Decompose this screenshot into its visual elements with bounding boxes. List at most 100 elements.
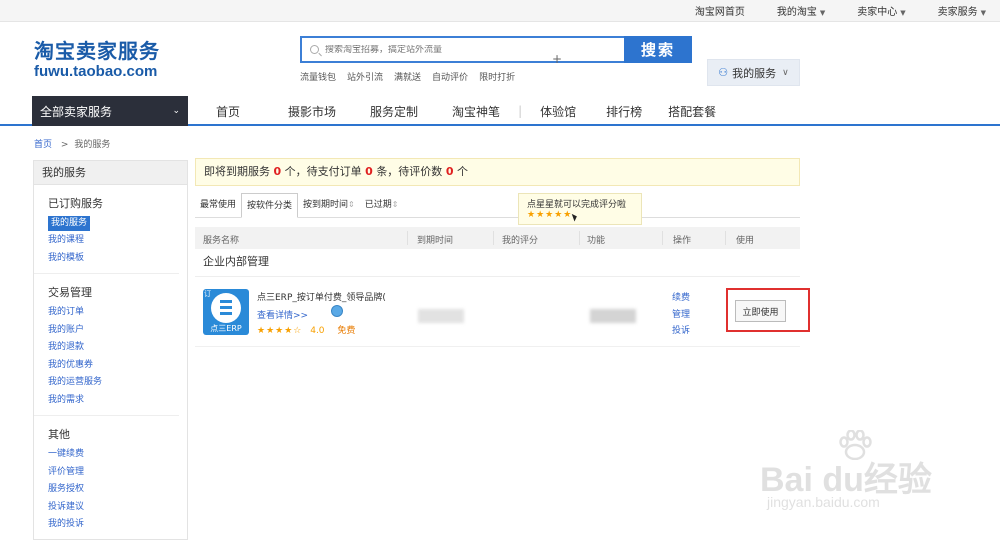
- sidebar-group-title: 交易管理: [48, 286, 92, 299]
- tab-bar: 最常使用 按软件分类 按到期时间⇕ 已过期⇕: [195, 193, 800, 218]
- user-icon: ⚇: [718, 66, 729, 79]
- column-header: 我的评分: [502, 236, 539, 246]
- nav-item-home[interactable]: 首页: [216, 103, 240, 120]
- wangwang-chat-icon[interactable]: [331, 305, 343, 317]
- column-header: 使用: [736, 236, 755, 246]
- sidebar-title: 我的服务: [34, 161, 187, 185]
- divider: [195, 346, 800, 347]
- topbar-my-taobao[interactable]: 我的淘宝 ▼: [761, 3, 825, 18]
- tab-by-expiry[interactable]: 按到期时间⇕: [298, 193, 360, 217]
- breadcrumb-separator: >: [60, 140, 69, 150]
- sidebar-item-my-ops-services[interactable]: 我的运营服务: [48, 374, 179, 392]
- divider: [195, 276, 800, 277]
- use-now-button[interactable]: 立即使用: [735, 300, 786, 322]
- sidebar-item-my-courses[interactable]: 我的课程: [48, 232, 179, 250]
- notice-text: 个: [456, 165, 468, 178]
- top-bar: 淘宝网首页 我的淘宝 ▼ 卖家中心 ▼ 卖家服务 ▼: [0, 0, 1000, 22]
- complain-link[interactable]: 投诉: [672, 323, 690, 340]
- topbar-taobao-home[interactable]: 淘宝网首页: [679, 3, 745, 18]
- sidebar-item-my-refunds[interactable]: 我的退款: [48, 339, 179, 357]
- manage-link[interactable]: 管理: [672, 307, 690, 324]
- app-rating: ★★★★☆ 4.0 免费: [257, 323, 355, 336]
- topbar-seller-service[interactable]: 卖家服务 ▼: [922, 3, 986, 18]
- category-title: 企业内部管理: [203, 255, 269, 268]
- nav-item-taobao-pen[interactable]: 淘宝神笔: [452, 103, 500, 120]
- sidebar-item-my-services[interactable]: 我的服务: [48, 216, 91, 231]
- notice-text: 条，待评价数: [376, 165, 443, 178]
- search-icon: [310, 45, 319, 54]
- function-redacted: [590, 309, 636, 323]
- search-button[interactable]: 搜索: [624, 36, 692, 63]
- tab-label: 最常使用: [200, 200, 237, 210]
- sidebar-item-service-auth[interactable]: 服务授权: [48, 481, 179, 499]
- search-bar: 搜索: [300, 36, 692, 63]
- chevron-down-icon: ⌄: [172, 106, 180, 116]
- all-categories-dropdown[interactable]: 全部卖家服务 ⌄: [32, 96, 188, 126]
- logo[interactable]: 淘宝卖家服务 fuwu.taobao.com: [34, 35, 194, 80]
- column-header: 操作: [673, 236, 692, 246]
- sidebar-item-one-click-renew[interactable]: 一键续费: [48, 446, 179, 464]
- nav-item-photo-market[interactable]: 摄影市场: [288, 103, 336, 120]
- sort-icon: ⇕: [391, 200, 399, 209]
- nav-items: 首页 摄影市场 服务定制 淘宝神笔 | 体验馆 排行榜 搭配套餐: [216, 96, 716, 126]
- caret-down-icon: ▼: [900, 9, 906, 17]
- my-service-dropdown[interactable]: ⚇ 我的服务 ∨: [707, 59, 800, 86]
- nav-divider: |: [518, 104, 523, 118]
- sidebar-item-my-templates[interactable]: 我的模板: [48, 250, 179, 268]
- status-notice: 即将到期服务 0 个，待支付订单 0 条，待评价数 0 个: [195, 158, 800, 186]
- sidebar-item-my-complaints[interactable]: 我的投诉: [48, 516, 179, 534]
- hot-link[interactable]: 站外引流: [347, 70, 383, 83]
- header: 淘宝卖家服务 fuwu.taobao.com 搜索 + ⚇ 我的服务 ∨: [0, 22, 1000, 96]
- nav-item-experience[interactable]: 体验馆: [540, 103, 576, 120]
- column-divider: [493, 231, 494, 245]
- breadcrumb-home[interactable]: 首页: [34, 140, 52, 150]
- sidebar-item-my-requests[interactable]: 我的需求: [48, 392, 179, 410]
- app-name[interactable]: 点三ERP_按订单付费_领导品牌(: [257, 290, 386, 303]
- topbar-item-label: 卖家服务: [937, 7, 978, 18]
- sidebar-group-trade: 交易管理 我的订单 我的账户 我的退款 我的优惠券 我的运营服务 我的需求: [34, 274, 179, 416]
- sidebar: 我的服务 已订购服务 我的服务 我的课程 我的模板 交易管理 我的订单 我的账户…: [33, 160, 188, 540]
- tab-expired[interactable]: 已过期⇕: [360, 193, 404, 217]
- renew-link[interactable]: 续费: [672, 290, 690, 307]
- hot-link[interactable]: 限时打折: [479, 70, 515, 83]
- unpaid-count: 0: [365, 165, 373, 178]
- sort-icon: ⇕: [348, 200, 355, 209]
- sidebar-item-feedback[interactable]: 投诉建议: [48, 499, 179, 517]
- watermark: Bai du经验 jingyan.baidu.com: [740, 430, 970, 520]
- tooltip-text: 点星星就可以完成评分啦: [527, 200, 627, 210]
- app-logo[interactable]: 订 点三ERP: [203, 289, 249, 335]
- hot-link[interactable]: 满就送: [394, 70, 421, 83]
- column-divider: [662, 231, 663, 245]
- tab-most-used[interactable]: 最常使用: [195, 193, 241, 217]
- app-logo-text: 点三ERP: [210, 324, 242, 333]
- sidebar-item-my-orders[interactable]: 我的订单: [48, 304, 179, 322]
- sidebar-item-my-coupons[interactable]: 我的优惠券: [48, 357, 179, 375]
- breadcrumb: 首页 > 我的服务: [34, 137, 110, 150]
- column-divider: [725, 231, 726, 245]
- view-details-link[interactable]: 查看详情>>: [257, 308, 308, 321]
- expiring-count: 0: [273, 165, 282, 178]
- tab-label: 按软件分类: [247, 201, 293, 211]
- crosshair-cursor-icon: +: [552, 52, 563, 66]
- sidebar-item-review-management[interactable]: 评价管理: [48, 464, 179, 482]
- column-header: 服务名称: [203, 236, 240, 246]
- sidebar-item-my-account[interactable]: 我的账户: [48, 322, 179, 340]
- nav-item-combo[interactable]: 搭配套餐: [668, 103, 716, 120]
- sidebar-group-other: 其他 一键续费 评价管理 服务授权 投诉建议 我的投诉: [34, 416, 179, 540]
- hot-link[interactable]: 流量钱包: [300, 70, 336, 83]
- search-input[interactable]: [325, 44, 605, 55]
- tab-by-category[interactable]: 按软件分类: [241, 193, 299, 218]
- tooltip-stars[interactable]: ★★★★★: [527, 210, 641, 220]
- logo-title: 淘宝卖家服务: [34, 39, 160, 63]
- hot-link[interactable]: 自动评价: [432, 70, 468, 83]
- sidebar-group-title: 其他: [48, 428, 70, 441]
- rating-stars: ★★★★☆: [257, 326, 303, 336]
- topbar-seller-center[interactable]: 卖家中心 ▼: [841, 3, 905, 18]
- nav-item-custom-service[interactable]: 服务定制: [370, 103, 418, 120]
- notice-text: 个，待支付订单: [284, 165, 362, 178]
- search-field[interactable]: [300, 36, 624, 63]
- sidebar-group-subscribed: 已订购服务 我的服务 我的课程 我的模板: [34, 185, 179, 274]
- nav-item-ranking[interactable]: 排行榜: [606, 103, 642, 120]
- caret-down-icon: ▼: [980, 9, 986, 17]
- erp-icon: [211, 293, 241, 323]
